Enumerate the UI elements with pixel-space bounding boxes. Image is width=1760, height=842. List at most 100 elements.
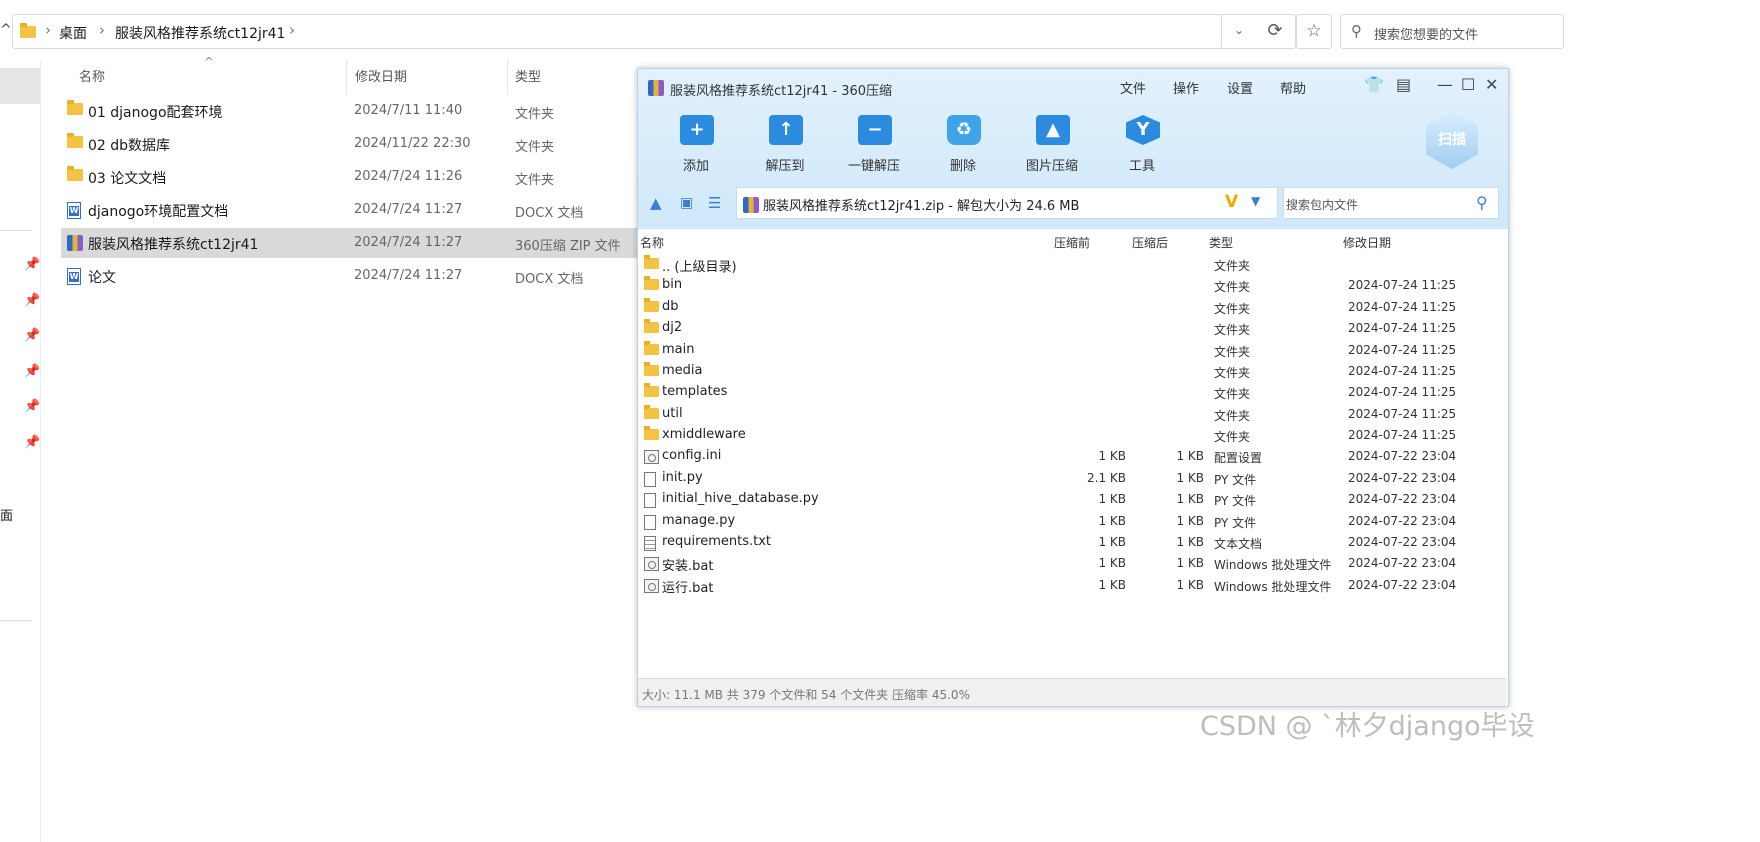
file-type: 文件夹 — [515, 140, 555, 155]
column-header-name[interactable]: 名称 — [79, 66, 105, 85]
entry-type: 文件夹 — [1214, 409, 1251, 423]
pin-icon[interactable]: 📌 — [24, 364, 40, 379]
column-header-date[interactable]: 修改日期 — [1343, 234, 1391, 251]
archive-row[interactable]: xmiddleware 文件夹 2024-07-24 11:25 — [638, 425, 1506, 446]
archiver-window[interactable]: 服装风格推荐系统ct12jr41 - 360压缩 文件 操作 设置 帮助 👕 ▤… — [637, 68, 1509, 707]
nav-selected-item[interactable] — [0, 68, 40, 104]
one-click-extract-icon: − — [858, 115, 892, 145]
tools-icon: Y — [1126, 115, 1160, 145]
folder-icon — [67, 133, 83, 148]
archive-path-bar[interactable]: 服装风格推荐系统ct12jr41.zip - 解包大小为 24.6 MB V ▼ — [736, 187, 1278, 219]
up-arrow-icon[interactable]: ^ — [0, 22, 12, 38]
archive-row[interactable]: db 文件夹 2024-07-24 11:25 — [638, 297, 1506, 318]
file-date: 2024/7/11 11:40 — [354, 103, 463, 118]
archive-row[interactable]: config.ini 1 KB 1 KB 配置设置 2024-07-22 23:… — [638, 446, 1506, 467]
skin-icon[interactable]: 👕 — [1364, 75, 1384, 94]
address-dropdown-button[interactable]: ⌄ — [1221, 14, 1256, 47]
close-button[interactable]: ✕ — [1485, 75, 1498, 94]
column-divider[interactable] — [346, 60, 347, 94]
entry-type: PY 文件 — [1214, 473, 1257, 487]
archive-row[interactable]: bin 文件夹 2024-07-24 11:25 — [638, 275, 1506, 296]
menu-operate[interactable]: 操作 — [1173, 78, 1199, 97]
archive-row[interactable]: util 文件夹 2024-07-24 11:25 — [638, 404, 1506, 425]
folder-icon — [644, 426, 659, 440]
list-view-icon[interactable]: ☰ — [708, 194, 721, 212]
toolbar-label: 添加 — [682, 159, 709, 174]
toolbar-image-compress-button[interactable]: ▲ 图片压缩 — [1020, 113, 1084, 177]
search-box[interactable]: ⚲ 搜索您想要的文件 — [1340, 14, 1564, 49]
archive-row[interactable]: 运行.bat 1 KB 1 KB Windows 批处理文件 2024-07-2… — [638, 575, 1506, 596]
file-row[interactable]: djanogo环境配置文档 2024/7/24 11:27 DOCX 文档 — [61, 195, 641, 225]
column-header-name[interactable]: 名称 — [640, 234, 664, 251]
breadcrumb-current-folder[interactable]: 服装风格推荐系统ct12jr41 — [115, 23, 285, 43]
file-row-selected[interactable]: 服装风格推荐系统ct12jr41 2024/7/24 11:27 360压缩 Z… — [61, 228, 641, 258]
refresh-button[interactable]: ⟳ — [1258, 14, 1292, 47]
file-row[interactable]: 论文 2024/7/24 11:27 DOCX 文档 — [61, 261, 641, 291]
pin-icon[interactable]: 📌 — [24, 399, 40, 414]
archive-path-text: 服装风格推荐系统ct12jr41.zip - 解包大小为 24.6 MB — [763, 199, 1080, 214]
folder-icon — [67, 100, 83, 115]
pin-quick-access-button[interactable]: ☆ — [1296, 14, 1332, 49]
entry-name: main — [662, 342, 695, 357]
entry-date: 2024-07-22 23:04 — [1348, 471, 1457, 485]
up-level-icon[interactable]: ▲ — [650, 194, 662, 212]
view-mode-icon[interactable]: ▣ — [680, 195, 693, 211]
column-header-after[interactable]: 压缩后 — [1132, 234, 1168, 251]
entry-date: 2024-07-24 11:25 — [1348, 428, 1457, 442]
address-bar[interactable]: › 桌面 › 服装风格推荐系统ct12jr41 › — [12, 14, 1296, 49]
toolbar-delete-button[interactable]: ♻ 删除 — [931, 113, 995, 177]
column-header-type[interactable]: 类型 — [1209, 234, 1233, 251]
star-icon: ☆ — [1306, 21, 1322, 41]
search-icon[interactable]: ⚲ — [1476, 193, 1488, 212]
folder-icon — [644, 383, 659, 397]
pin-icon[interactable]: 📌 — [24, 435, 40, 450]
batch-file-icon — [644, 557, 659, 571]
menu-file[interactable]: 文件 — [1120, 78, 1146, 97]
toolbar-tools-button[interactable]: Y 工具 — [1110, 113, 1174, 177]
file-name: 01 djanogo配套环境 — [88, 105, 223, 121]
entry-date: 2024-07-24 11:25 — [1348, 407, 1457, 421]
menu-help[interactable]: 帮助 — [1280, 78, 1306, 97]
archive-row[interactable]: initial_hive_database.py 1 KB 1 KB PY 文件… — [638, 489, 1506, 510]
archive-row[interactable]: requirements.txt 1 KB 1 KB 文本文档 2024-07-… — [638, 532, 1506, 553]
zip-archive-icon — [743, 197, 759, 213]
file-row[interactable]: 03 论文文档 2024/7/24 11:26 文件夹 — [61, 162, 641, 192]
scan-button[interactable]: 扫描 — [1426, 111, 1478, 169]
feedback-icon[interactable]: ▤ — [1396, 75, 1411, 94]
pin-icon[interactable]: 📌 — [24, 293, 40, 308]
column-divider[interactable] — [507, 60, 508, 94]
toolbar-extract-to-button[interactable]: ↑ 解压到 — [753, 113, 817, 177]
entry-type: 文本文档 — [1214, 537, 1263, 551]
entry-size-before: 1 KB — [1098, 514, 1126, 528]
archive-row[interactable]: init.py 2.1 KB 1 KB PY 文件 2024-07-22 23:… — [638, 468, 1506, 489]
folder-icon — [644, 298, 659, 312]
pin-icon[interactable]: 📌 — [24, 328, 40, 343]
archive-row[interactable]: manage.py 1 KB 1 KB PY 文件 2024-07-22 23:… — [638, 511, 1506, 532]
toolbar-one-click-extract-button[interactable]: − 一键解压 — [842, 113, 906, 177]
archive-row[interactable]: .. (上级目录) 文件夹 — [638, 254, 1506, 275]
config-file-icon — [644, 450, 659, 464]
file-icon — [644, 472, 656, 487]
file-row[interactable]: 01 djanogo配套环境 2024/7/11 11:40 文件夹 — [61, 96, 641, 126]
maximize-button[interactable]: ☐ — [1461, 75, 1475, 94]
entry-name: config.ini — [662, 448, 722, 463]
archive-row[interactable]: templates 文件夹 2024-07-24 11:25 — [638, 382, 1506, 403]
column-header-before[interactable]: 压缩前 — [1054, 234, 1090, 251]
nav-divider — [0, 620, 32, 621]
column-header-type[interactable]: 类型 — [515, 66, 541, 85]
archive-row[interactable]: dj2 文件夹 2024-07-24 11:25 — [638, 318, 1506, 339]
file-row[interactable]: 02 db数据库 2024/11/22 22:30 文件夹 — [61, 129, 641, 159]
menu-settings[interactable]: 设置 — [1227, 78, 1253, 97]
nav-item-desktop[interactable]: 面 — [0, 505, 13, 524]
toolbar-add-button[interactable]: + 添加 — [664, 113, 728, 177]
chevron-down-icon[interactable]: ▼ — [1251, 194, 1260, 208]
archive-row[interactable]: media 文件夹 2024-07-24 11:25 — [638, 361, 1506, 382]
status-text: 大小: 11.1 MB 共 379 个文件和 54 个文件夹 压缩率 45.0% — [642, 688, 970, 702]
breadcrumb-desktop[interactable]: 桌面 — [59, 23, 87, 43]
archive-row[interactable]: 安装.bat 1 KB 1 KB Windows 批处理文件 2024-07-2… — [638, 553, 1506, 574]
archive-row[interactable]: main 文件夹 2024-07-24 11:25 — [638, 340, 1506, 361]
archive-search-input[interactable]: 搜索包内文件 ⚲ — [1283, 187, 1499, 219]
pin-icon[interactable]: 📌 — [24, 257, 40, 272]
column-header-date[interactable]: 修改日期 — [355, 66, 407, 85]
minimize-button[interactable]: — — [1437, 75, 1453, 94]
